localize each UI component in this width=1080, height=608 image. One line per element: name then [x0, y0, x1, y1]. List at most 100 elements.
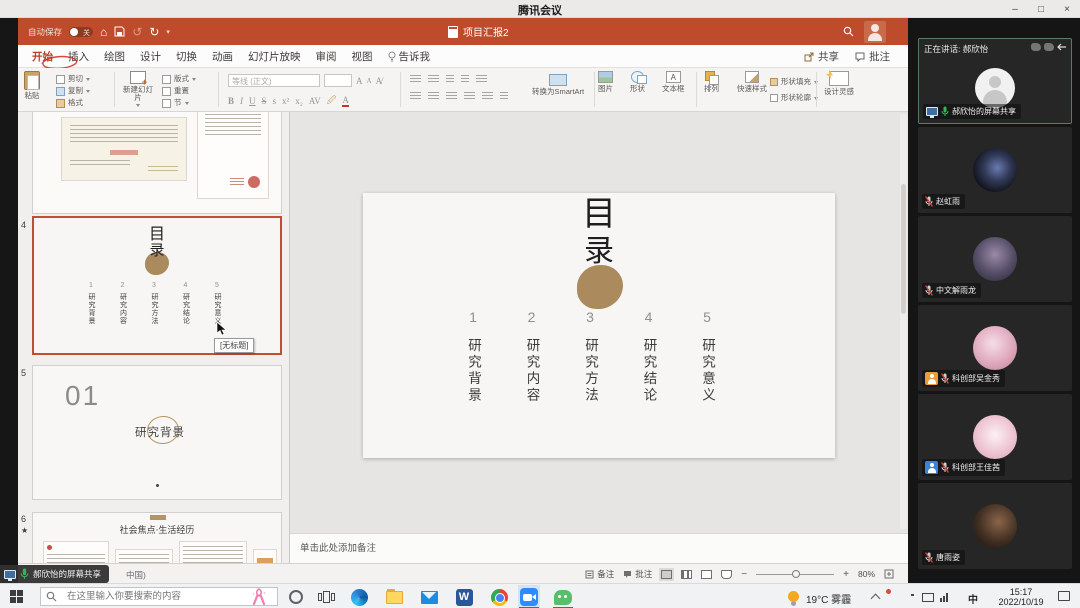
autosave-toggle[interactable]: 关	[69, 27, 93, 37]
search-icon[interactable]	[843, 26, 854, 37]
undo-icon[interactable]: ↺	[132, 26, 142, 38]
participant-tile-screenshare[interactable]: 正在讲话: 郝欣怡 郝欣怡的屏幕共享	[918, 38, 1072, 124]
section-button[interactable]: 节	[162, 97, 196, 109]
participant-tile[interactable]: 科创部王佳茜	[918, 394, 1072, 480]
screen-share-indicator[interactable]: 郝欣怡的屏幕共享	[0, 565, 109, 583]
slide-thumbnail-3[interactable]	[32, 112, 282, 214]
align-right-icon[interactable]	[446, 92, 457, 101]
slide-thumbnail-6[interactable]: 社会焦点·生活经历	[32, 512, 282, 563]
tencent-meeting-taskbar-icon[interactable]	[518, 585, 540, 608]
weather-icon[interactable]	[788, 591, 799, 602]
screen-cast-icon[interactable]	[922, 593, 934, 602]
wechat-taskbar-icon[interactable]	[552, 585, 574, 608]
slide-thumbnail-4-selected[interactable]: 目 录 1研究背景 2研究内容 3研究方法 4研究结论 5研究意义	[32, 216, 282, 355]
start-button[interactable]	[10, 590, 23, 603]
edge-icon[interactable]	[348, 587, 370, 607]
slideshow-view-button[interactable]	[721, 570, 732, 579]
chrome-icon[interactable]	[488, 587, 510, 607]
home-icon[interactable]: ⌂	[100, 26, 107, 38]
shapes-button[interactable]: 形状	[630, 71, 645, 93]
file-explorer-icon[interactable]	[383, 587, 405, 607]
current-slide-canvas[interactable]: 目 录 1研究背景 2研究内容 3研究方法 4研究结论 5研究意义	[363, 193, 835, 458]
notes-pane[interactable]: 单击此处添加备注	[290, 533, 908, 563]
shrink-font-icon[interactable]: A	[367, 77, 372, 85]
tab-draw[interactable]: 绘图	[104, 49, 125, 64]
participant-tile[interactable]: 唐雨姿	[918, 483, 1072, 569]
slide-sorter-view-button[interactable]	[681, 570, 692, 579]
grow-font-icon[interactable]: A	[356, 76, 363, 86]
bullets-icon[interactable]	[410, 75, 421, 84]
notification-center-icon[interactable]	[1058, 591, 1070, 601]
columns-icon[interactable]	[482, 92, 493, 101]
textbox-button[interactable]: A 文本框	[662, 71, 685, 93]
tab-tell-me[interactable]: 告诉我	[388, 49, 431, 64]
justify-icon[interactable]	[464, 92, 475, 101]
underline-button[interactable]: U	[249, 96, 256, 106]
tray-expand-icon[interactable]	[871, 594, 881, 604]
save-icon[interactable]	[114, 26, 125, 37]
tab-view[interactable]: 视图	[352, 49, 373, 64]
arrange-button[interactable]: 排列	[704, 71, 719, 93]
notes-toggle[interactable]: 备注	[585, 568, 614, 580]
character-spacing-icon[interactable]: AV	[309, 96, 321, 106]
new-slide-button[interactable]: 新建幻灯片	[120, 71, 156, 107]
tab-insert[interactable]: 插入	[68, 49, 89, 64]
taskbar-clock[interactable]: 15:17 2022/10/19	[988, 587, 1054, 607]
numbering-icon[interactable]	[428, 75, 439, 84]
slide-thumbnail-5[interactable]: 01 研究背景	[32, 365, 282, 500]
word-icon[interactable]	[453, 587, 475, 607]
weather-text[interactable]: 19°C 雾霾	[806, 591, 851, 606]
scrollbar-thumb[interactable]	[901, 184, 906, 314]
mail-icon[interactable]	[418, 587, 440, 607]
reading-view-button[interactable]	[701, 570, 712, 579]
increase-indent-icon[interactable]	[461, 75, 469, 84]
highlight-color-icon[interactable]: 🖉	[327, 93, 337, 109]
comments-toggle[interactable]: 批注	[623, 568, 652, 580]
subscript-button[interactable]: x₂	[295, 96, 303, 106]
participant-tile[interactable]: 赵虹雨	[918, 127, 1072, 213]
participant-tile[interactable]: 中文解雨龙	[918, 216, 1072, 302]
fit-to-window-icon[interactable]	[884, 569, 894, 579]
align-left-icon[interactable]	[410, 92, 421, 101]
decrease-indent-icon[interactable]	[446, 75, 454, 84]
tab-review[interactable]: 审阅	[316, 49, 337, 64]
tab-design[interactable]: 设计	[140, 49, 161, 64]
vertical-scrollbar[interactable]	[900, 114, 907, 529]
redo-icon[interactable]: ↻	[149, 26, 159, 38]
tab-slideshow[interactable]: 幻灯片放映	[248, 49, 301, 64]
text-direction-icon[interactable]	[500, 92, 508, 101]
close-button[interactable]: ×	[1054, 0, 1080, 18]
clear-format-icon[interactable]: A̸	[376, 76, 383, 86]
account-avatar[interactable]	[864, 21, 886, 43]
cut-button[interactable]: 剪切	[56, 73, 90, 85]
shape-fill-button[interactable]: 形状填充	[770, 76, 818, 88]
picture-button[interactable]: 图片	[598, 71, 613, 93]
layout-button[interactable]: 版式	[162, 73, 196, 85]
paste-button[interactable]: 粘贴	[24, 71, 40, 100]
network-signal-icon[interactable]	[940, 593, 948, 602]
copy-button[interactable]: 复制	[56, 85, 90, 97]
tab-animations[interactable]: 动画	[212, 49, 233, 64]
quick-styles-button[interactable]: 快速样式	[734, 71, 770, 93]
zoom-level[interactable]: 80%	[858, 569, 875, 579]
minimize-button[interactable]: –	[1002, 0, 1028, 18]
maximize-button[interactable]: □	[1028, 0, 1054, 18]
share-button[interactable]: 共享	[804, 49, 839, 64]
tab-transitions[interactable]: 切换	[176, 49, 197, 64]
tab-home[interactable]: 开始	[32, 49, 53, 64]
convert-smartart-button[interactable]: 转换为SmartArt	[530, 74, 586, 96]
participant-tile[interactable]: 科创部吴金秀	[918, 305, 1072, 391]
bold-button[interactable]: B	[228, 96, 234, 106]
superscript-button[interactable]: x²	[282, 96, 289, 106]
italic-button[interactable]: I	[240, 96, 243, 106]
zoom-slider-knob[interactable]	[792, 570, 800, 578]
line-spacing-icon[interactable]	[476, 75, 487, 84]
zoom-out-button[interactable]: −	[741, 569, 747, 580]
cortana-icon[interactable]	[285, 587, 307, 607]
zoom-slider[interactable]	[756, 574, 834, 575]
align-center-icon[interactable]	[428, 92, 439, 101]
shape-outline-button[interactable]: 形状轮廓	[770, 92, 818, 104]
ime-indicator[interactable]: 中	[968, 591, 978, 606]
strikethrough-button[interactable]: S	[262, 96, 267, 106]
normal-view-button[interactable]	[661, 570, 672, 579]
